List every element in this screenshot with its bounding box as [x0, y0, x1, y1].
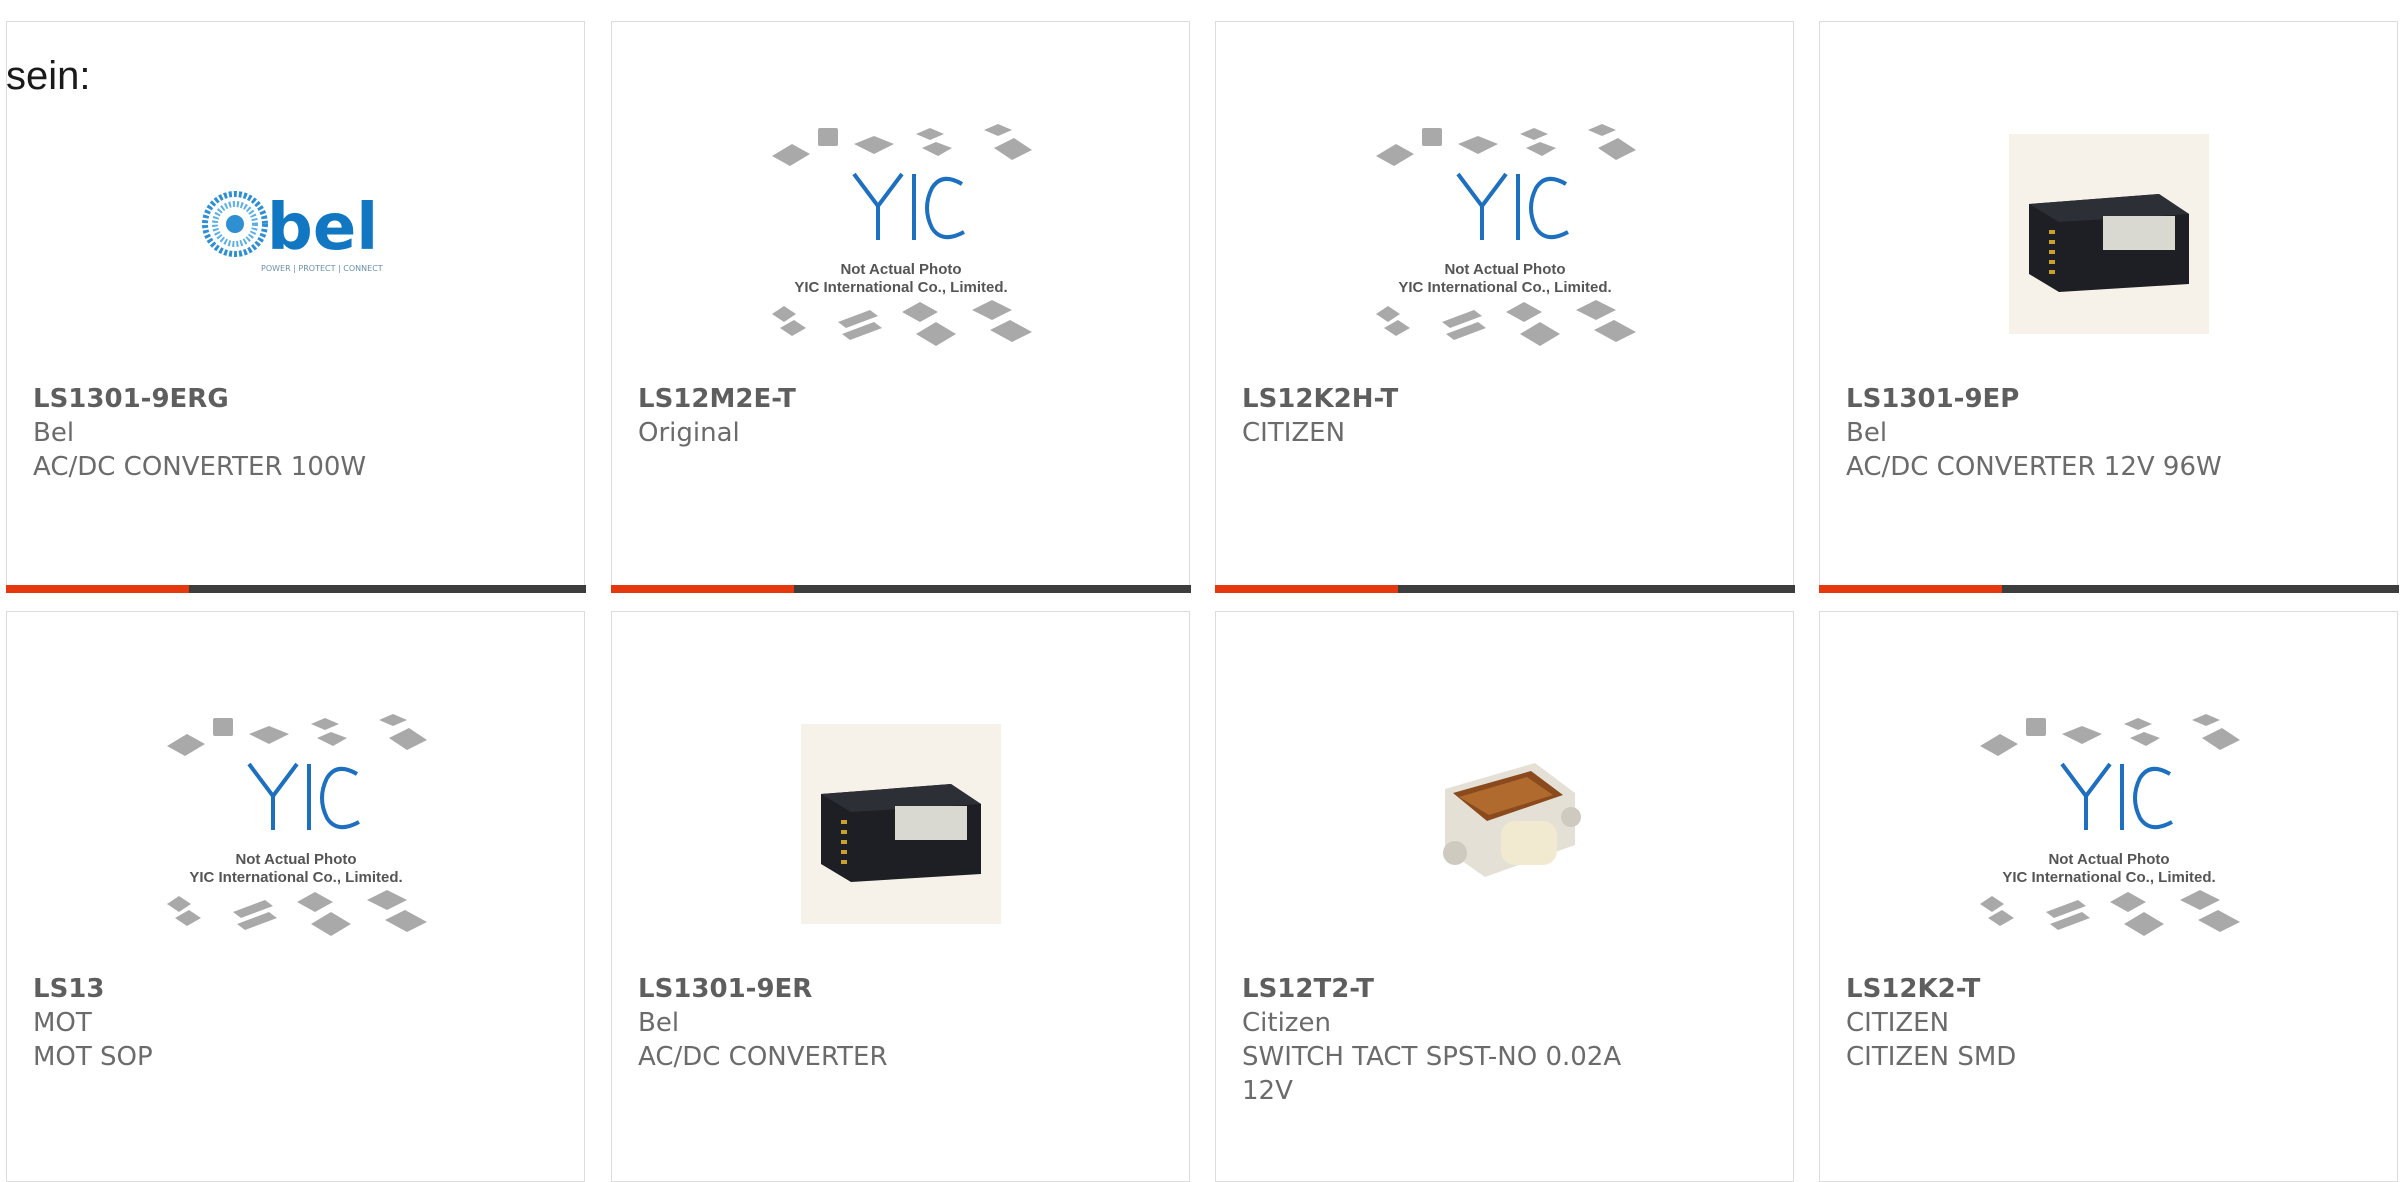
part-number-link[interactable]: LS12K2H-T [1242, 384, 1398, 414]
manufacturer: Original [638, 418, 740, 448]
card-footer-bar [1818, 584, 2399, 593]
product-image[interactable] [612, 694, 1189, 954]
placeholder-line-1: Not Actual Photo [1444, 261, 1565, 278]
product-image[interactable] [1216, 694, 1793, 954]
product-card[interactable]: Not Actual Photo YIC International Co., … [6, 611, 585, 1182]
card-footer-bar [1214, 584, 1795, 593]
description: MOT SOP [33, 1042, 153, 1072]
product-card[interactable]: LS1301-9ER Bel AC/DC CONVERTER [611, 611, 1190, 1182]
card-accent-bar [1818, 584, 2002, 593]
part-number-link[interactable]: LS1301-9EP [1846, 384, 2019, 414]
part-number-link[interactable]: LS1301-9ER [638, 974, 812, 1004]
card-accent-bar [5, 584, 189, 593]
not-actual-photo-placeholder: Not Actual Photo YIC International Co., … [771, 124, 1032, 346]
card-footer-bar [610, 584, 1191, 593]
product-card[interactable]: LS12T2-T Citizen SWITCH TACT SPST-NO 0.0… [1215, 611, 1794, 1182]
product-card[interactable]: Not Actual Photo YIC International Co., … [1819, 611, 2398, 1182]
product-image[interactable]: Not Actual Photo YIC International Co., … [1820, 694, 2397, 954]
description: AC/DC CONVERTER [638, 1042, 888, 1072]
not-actual-photo-placeholder: Not Actual Photo YIC International Co., … [166, 714, 427, 936]
placeholder-line-1: Not Actual Photo [2048, 851, 2169, 868]
part-number-link[interactable]: LS12M2E-T [638, 384, 796, 414]
card-accent-bar [1214, 584, 1398, 593]
placeholder-line-1: Not Actual Photo [840, 261, 961, 278]
product-image[interactable]: Not Actual Photo YIC International Co., … [612, 104, 1189, 364]
bel-logo: bel POWER | PROTECT | CONNECT [201, 191, 383, 273]
product-image[interactable]: Not Actual Photo YIC International Co., … [7, 694, 584, 954]
manufacturer: Bel [638, 1008, 680, 1038]
card-accent-bar [610, 584, 794, 593]
product-card[interactable]: Not Actual Photo YIC International Co., … [1214, 21, 1795, 593]
part-number-link[interactable]: LS12K2-T [1846, 974, 1980, 1004]
manufacturer: Citizen [1242, 1008, 1331, 1038]
placeholder-line-2: YIC International Co., Limited. [1398, 279, 1611, 296]
tact-switch-photo [1442, 763, 1581, 877]
description: AC/DC CONVERTER 12V 96W [1846, 452, 2222, 482]
product-card[interactable]: LS1301-9EP Bel AC/DC CONVERTER 12V 96W [1818, 21, 2399, 593]
manufacturer: MOT [33, 1008, 92, 1038]
power-module-photo [2008, 134, 2209, 334]
power-module-photo [800, 724, 1001, 924]
part-number-link[interactable]: LS1301-9ERG [33, 384, 229, 414]
product-image[interactable]: bel POWER | PROTECT | CONNECT [7, 104, 584, 364]
part-number-link[interactable]: LS13 [33, 974, 104, 1004]
manufacturer: CITIZEN [1242, 418, 1346, 448]
placeholder-line-2: YIC International Co., Limited. [794, 279, 1007, 296]
description: AC/DC CONVERTER 100W [33, 452, 367, 482]
placeholder-line-2: YIC International Co., Limited. [189, 869, 402, 886]
description: SWITCH TACT SPST-NO 0.02A 12V [1242, 1042, 1622, 1106]
product-grid: bel POWER | PROTECT | CONNECT LS1301-9ER… [0, 0, 2400, 1182]
part-number-link[interactable]: LS12T2-T [1242, 974, 1374, 1004]
bel-logo-tagline: POWER | PROTECT | CONNECT [261, 264, 383, 273]
product-image[interactable]: Not Actual Photo YIC International Co., … [1216, 104, 1793, 364]
placeholder-line-1: Not Actual Photo [235, 851, 356, 868]
page-heading: sein: [6, 54, 91, 98]
product-image[interactable] [1820, 104, 2397, 364]
not-actual-photo-placeholder: Not Actual Photo YIC International Co., … [1979, 714, 2240, 936]
manufacturer: Bel [1846, 418, 1888, 448]
manufacturer: Bel [33, 418, 75, 448]
product-card[interactable]: bel POWER | PROTECT | CONNECT LS1301-9ER… [5, 21, 586, 593]
manufacturer: CITIZEN [1846, 1008, 1950, 1038]
placeholder-line-2: YIC International Co., Limited. [2002, 869, 2215, 886]
not-actual-photo-placeholder: Not Actual Photo YIC International Co., … [1375, 124, 1636, 346]
card-footer-bar [5, 584, 586, 593]
product-card[interactable]: Not Actual Photo YIC International Co., … [610, 21, 1191, 593]
bel-logo-wordmark: bel [267, 191, 378, 265]
description: CITIZEN SMD [1846, 1042, 2017, 1072]
